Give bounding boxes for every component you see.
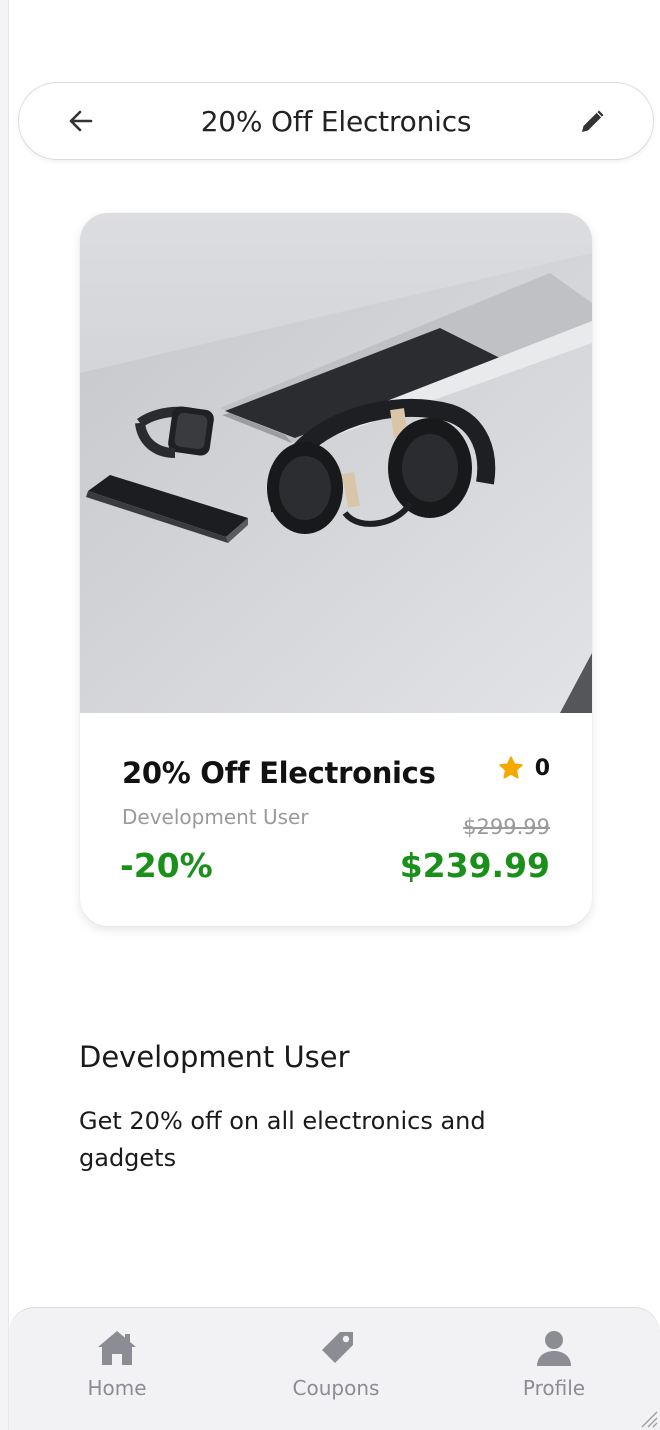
top-app-bar: 20% Off Electronics <box>18 82 654 160</box>
nav-label-home: Home <box>87 1376 147 1400</box>
coupon-image <box>80 213 592 713</box>
discount-badge: -20% <box>120 846 213 885</box>
star-icon <box>498 756 523 779</box>
edit-button[interactable] <box>575 103 611 139</box>
coupon-card[interactable]: 20% Off Electronics 0 Development User $… <box>80 213 592 926</box>
merchant-name: Development User <box>79 1040 350 1074</box>
home-icon <box>98 1331 136 1365</box>
nav-item-profile[interactable]: Profile <box>484 1328 624 1400</box>
coupon-title: 20% Off Electronics <box>122 756 436 790</box>
pencil-icon <box>582 110 604 132</box>
original-price: $299.99 <box>463 815 550 839</box>
nav-item-home[interactable]: Home <box>47 1328 187 1400</box>
coupon-description: Get 20% off on all electronics and gadge… <box>79 1107 486 1172</box>
window-left-edge <box>0 0 9 1430</box>
final-price: $239.99 <box>399 846 550 885</box>
page-title: 20% Off Electronics <box>200 105 472 138</box>
rating[interactable]: 0 <box>497 754 550 782</box>
nav-item-coupons[interactable]: Coupons <box>266 1328 406 1400</box>
nav-label-coupons: Coupons <box>292 1376 380 1400</box>
rating-count: 0 <box>534 755 550 781</box>
bottom-navigation: Home Coupons Profile <box>9 1307 660 1430</box>
resize-grip-icon[interactable] <box>638 1408 658 1428</box>
tag-icon <box>322 1332 353 1363</box>
nav-label-profile: Profile <box>522 1376 586 1400</box>
coupon-author: Development User <box>122 805 309 829</box>
user-icon <box>537 1331 571 1366</box>
